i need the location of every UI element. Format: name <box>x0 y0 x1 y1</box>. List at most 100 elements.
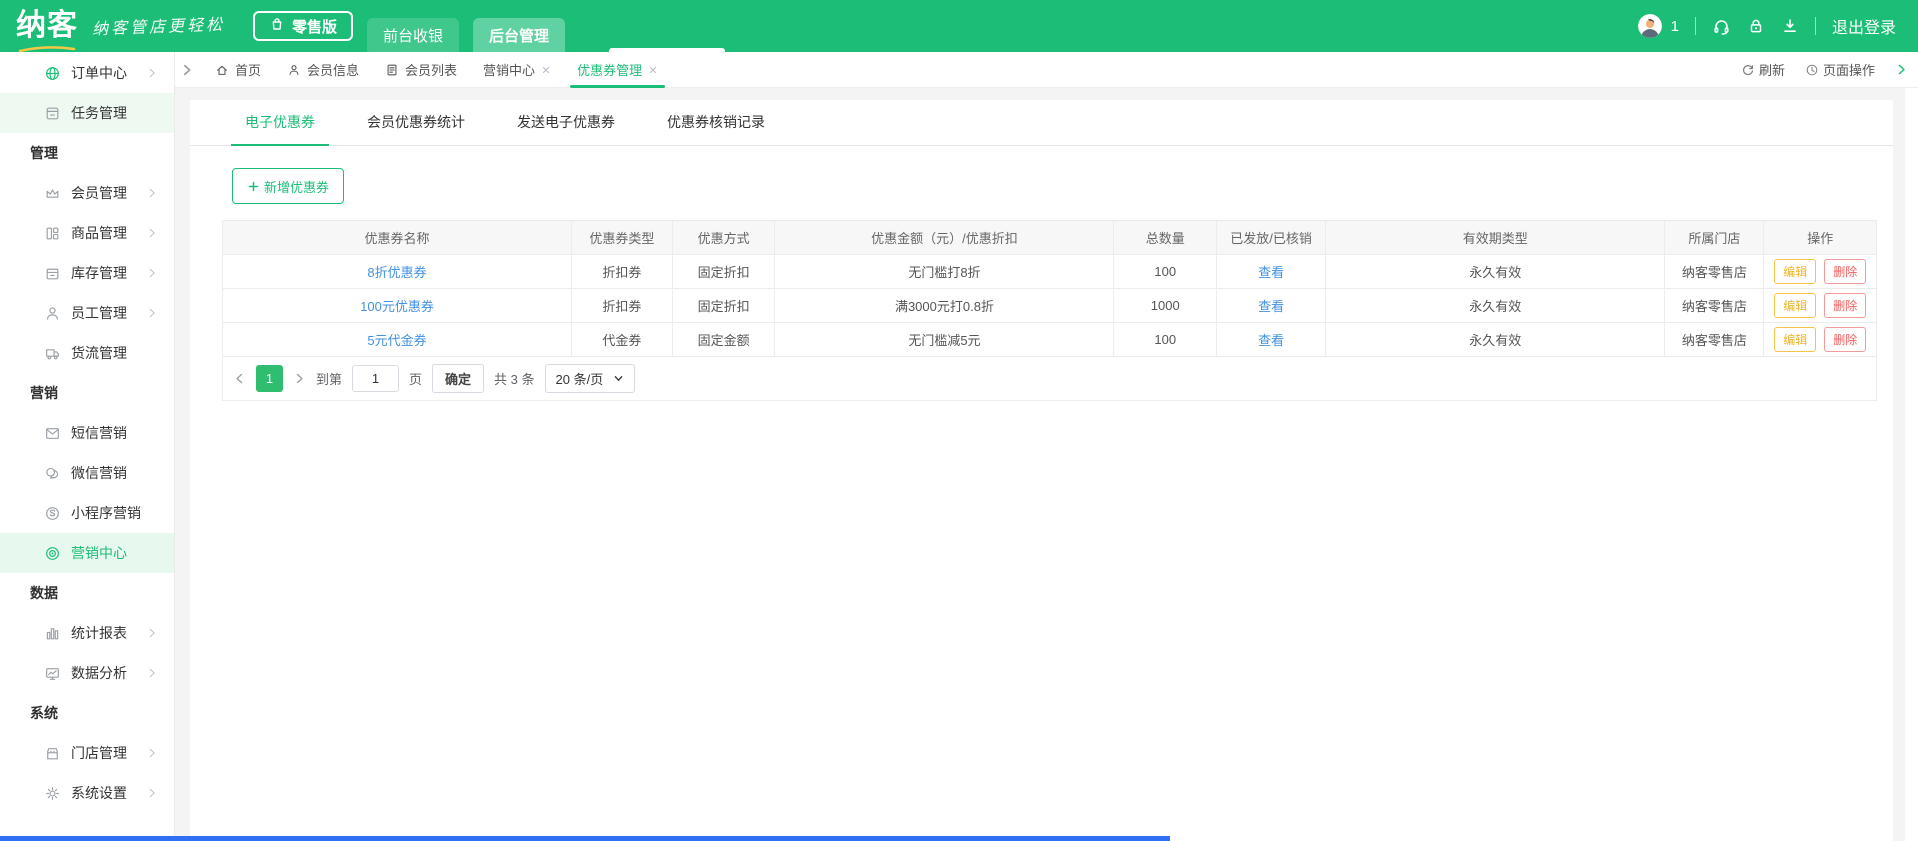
sidebar-item[interactable]: 货流管理 <box>0 333 174 373</box>
sidebar-item[interactable]: 数据分析 <box>0 653 174 693</box>
chevron-right-icon <box>149 668 155 678</box>
sidebar-item[interactable]: 短信营销 <box>0 413 174 453</box>
discount-method-cell: 固定折扣 <box>671 254 776 289</box>
header-nav-cashier[interactable]: 前台收银 <box>367 18 460 52</box>
coupon-name-link[interactable]: 100元优惠券 <box>360 299 434 314</box>
confirm-page-button[interactable]: 确定 <box>432 364 485 393</box>
coupon-name-link[interactable]: 8折优惠券 <box>367 265 426 280</box>
add-coupon-button[interactable]: 新增优惠券 <box>232 168 345 204</box>
chevron-right-icon <box>1898 64 1905 75</box>
refresh-button[interactable]: 刷新 <box>1741 60 1785 79</box>
coupon-type-cell: 折扣券 <box>570 254 673 289</box>
download-icon <box>1784 19 1796 33</box>
page-tab[interactable]: 首页 <box>202 52 274 87</box>
app-window: 纳客 纳客管店更轻松 零售版 前台收银 后台管理 1 退出登录 订单中心 任务管理管… <box>0 0 1918 841</box>
chevron-right-icon <box>149 268 155 278</box>
total-cell: 1000 <box>1113 288 1218 323</box>
sidebar-item[interactable]: 订单中心 <box>0 53 174 93</box>
page-tab[interactable]: 会员列表 <box>372 52 470 87</box>
edit-button[interactable]: 编辑 <box>1774 293 1817 318</box>
page-tabs: 首页 会员信息 会员列表 营销中心 优惠券管理 <box>202 52 671 88</box>
header-right: 1 退出登录 <box>1637 13 1896 39</box>
sidebar-item[interactable]: 系统设置 <box>0 773 174 813</box>
header-nav-backoffice[interactable]: 后台管理 <box>473 18 566 52</box>
coupon-tab[interactable]: 电子优惠券 <box>231 112 329 146</box>
sidebar-item[interactable]: 会员管理 <box>0 173 174 213</box>
app-logo: 纳客 <box>16 9 78 42</box>
sidebar-item[interactable]: 小程序营销 <box>0 493 174 533</box>
sidebar-section-label: 系统 <box>30 705 58 721</box>
prev-page-chevron[interactable] <box>233 372 246 385</box>
download-icon[interactable] <box>1781 17 1799 35</box>
discount-method-cell: 固定折扣 <box>671 288 776 323</box>
sidebar-item[interactable]: 统计报表 <box>0 613 174 653</box>
total-cell: 100 <box>1113 322 1218 357</box>
discount-method-cell: 固定金额 <box>671 322 776 357</box>
next-page-chevron[interactable] <box>293 372 306 385</box>
active-tab-indicator <box>609 48 725 52</box>
edition-button[interactable]: 零售版 <box>253 11 354 41</box>
page-tab[interactable]: 会员信息 <box>274 52 372 87</box>
coupon-type-cell: 代金券 <box>570 322 673 357</box>
close-icon[interactable] <box>541 65 551 75</box>
tabbar-actions: 刷新 页面操作 <box>1741 60 1908 79</box>
total-cell: 100 <box>1113 254 1218 289</box>
sidebar-item[interactable]: 任务管理 <box>0 93 174 133</box>
amount-cell: 无门槛打8折 <box>774 254 1115 289</box>
coupon-tab[interactable]: 优惠券核销记录 <box>653 112 779 145</box>
chevron-right-icon <box>149 308 155 318</box>
store-cell: 纳客零售店 <box>1664 322 1765 357</box>
view-link[interactable]: 查看 <box>1258 299 1284 314</box>
sidebar-item[interactable]: 商品管理 <box>0 213 174 253</box>
scrollbar-rail[interactable] <box>1905 88 1918 841</box>
edit-button[interactable]: 编辑 <box>1774 327 1817 352</box>
close-icon[interactable] <box>648 65 658 75</box>
validity-cell: 永久有效 <box>1325 288 1666 323</box>
app-header: 纳客 纳客管店更轻松 零售版 前台收银 后台管理 1 退出登录 <box>0 0 1918 53</box>
sidebar-item[interactable]: 门店管理 <box>0 733 174 773</box>
sidebar-item[interactable]: 营销中心 <box>0 533 174 573</box>
coupon-name-link[interactable]: 5元代金券 <box>367 333 426 348</box>
goto-page-input[interactable] <box>352 365 400 392</box>
view-link[interactable]: 查看 <box>1258 333 1284 348</box>
column-header: 总数量 <box>1113 220 1218 255</box>
page-actions-button[interactable]: 页面操作 <box>1805 60 1875 79</box>
column-header: 所属门店 <box>1664 220 1765 255</box>
coupon-tab[interactable]: 会员优惠券统计 <box>353 112 479 145</box>
caret-down-icon <box>613 373 624 384</box>
avatar[interactable] <box>1637 13 1663 39</box>
page-1-button[interactable]: 1 <box>256 365 283 392</box>
task-icon <box>46 107 59 119</box>
page-tab[interactable]: 优惠券管理 <box>564 52 671 88</box>
page-size-select[interactable]: 20 条/页 <box>544 364 636 393</box>
column-header: 优惠金额（元）/优惠折扣 <box>774 220 1115 255</box>
total-count-label: 共 3 条 <box>494 372 535 387</box>
gear-icon <box>46 786 59 800</box>
headset-icon[interactable] <box>1712 17 1731 36</box>
expand-chevron-icon[interactable] <box>1895 63 1908 76</box>
validity-cell: 永久有效 <box>1325 322 1666 357</box>
avatar-icon <box>1637 14 1662 38</box>
caret-down-icon <box>614 376 623 381</box>
goto-label: 到第 <box>316 372 343 387</box>
edit-button[interactable]: 编辑 <box>1774 259 1817 284</box>
sidebar: 订单中心 任务管理 管理 会员管理 商品管理 库存管理 员工管理 货流管理 营销 短信营销 微信营销… <box>0 52 175 841</box>
lock-icon[interactable] <box>1747 17 1765 35</box>
goods-icon <box>46 227 59 239</box>
sidebar-collapse-chevron[interactable] <box>180 63 194 77</box>
delete-button[interactable]: 删除 <box>1824 259 1867 284</box>
divider <box>1694 17 1696 35</box>
view-link[interactable]: 查看 <box>1258 265 1284 280</box>
coupon-tab[interactable]: 发送电子优惠券 <box>503 112 629 145</box>
delete-button[interactable]: 删除 <box>1824 293 1867 318</box>
logout-button[interactable]: 退出登录 <box>1832 14 1896 38</box>
chevron-left-icon <box>236 373 243 384</box>
sidebar-item[interactable]: 微信营销 <box>0 453 174 493</box>
sidebar-item[interactable]: 库存管理 <box>0 253 174 293</box>
page-tab[interactable]: 营销中心 <box>470 52 564 87</box>
staff-icon <box>47 306 58 320</box>
delete-button[interactable]: 删除 <box>1824 327 1867 352</box>
refresh-icon <box>1741 63 1755 77</box>
amount-cell: 无门槛减5元 <box>774 322 1115 357</box>
sidebar-item[interactable]: 员工管理 <box>0 293 174 333</box>
